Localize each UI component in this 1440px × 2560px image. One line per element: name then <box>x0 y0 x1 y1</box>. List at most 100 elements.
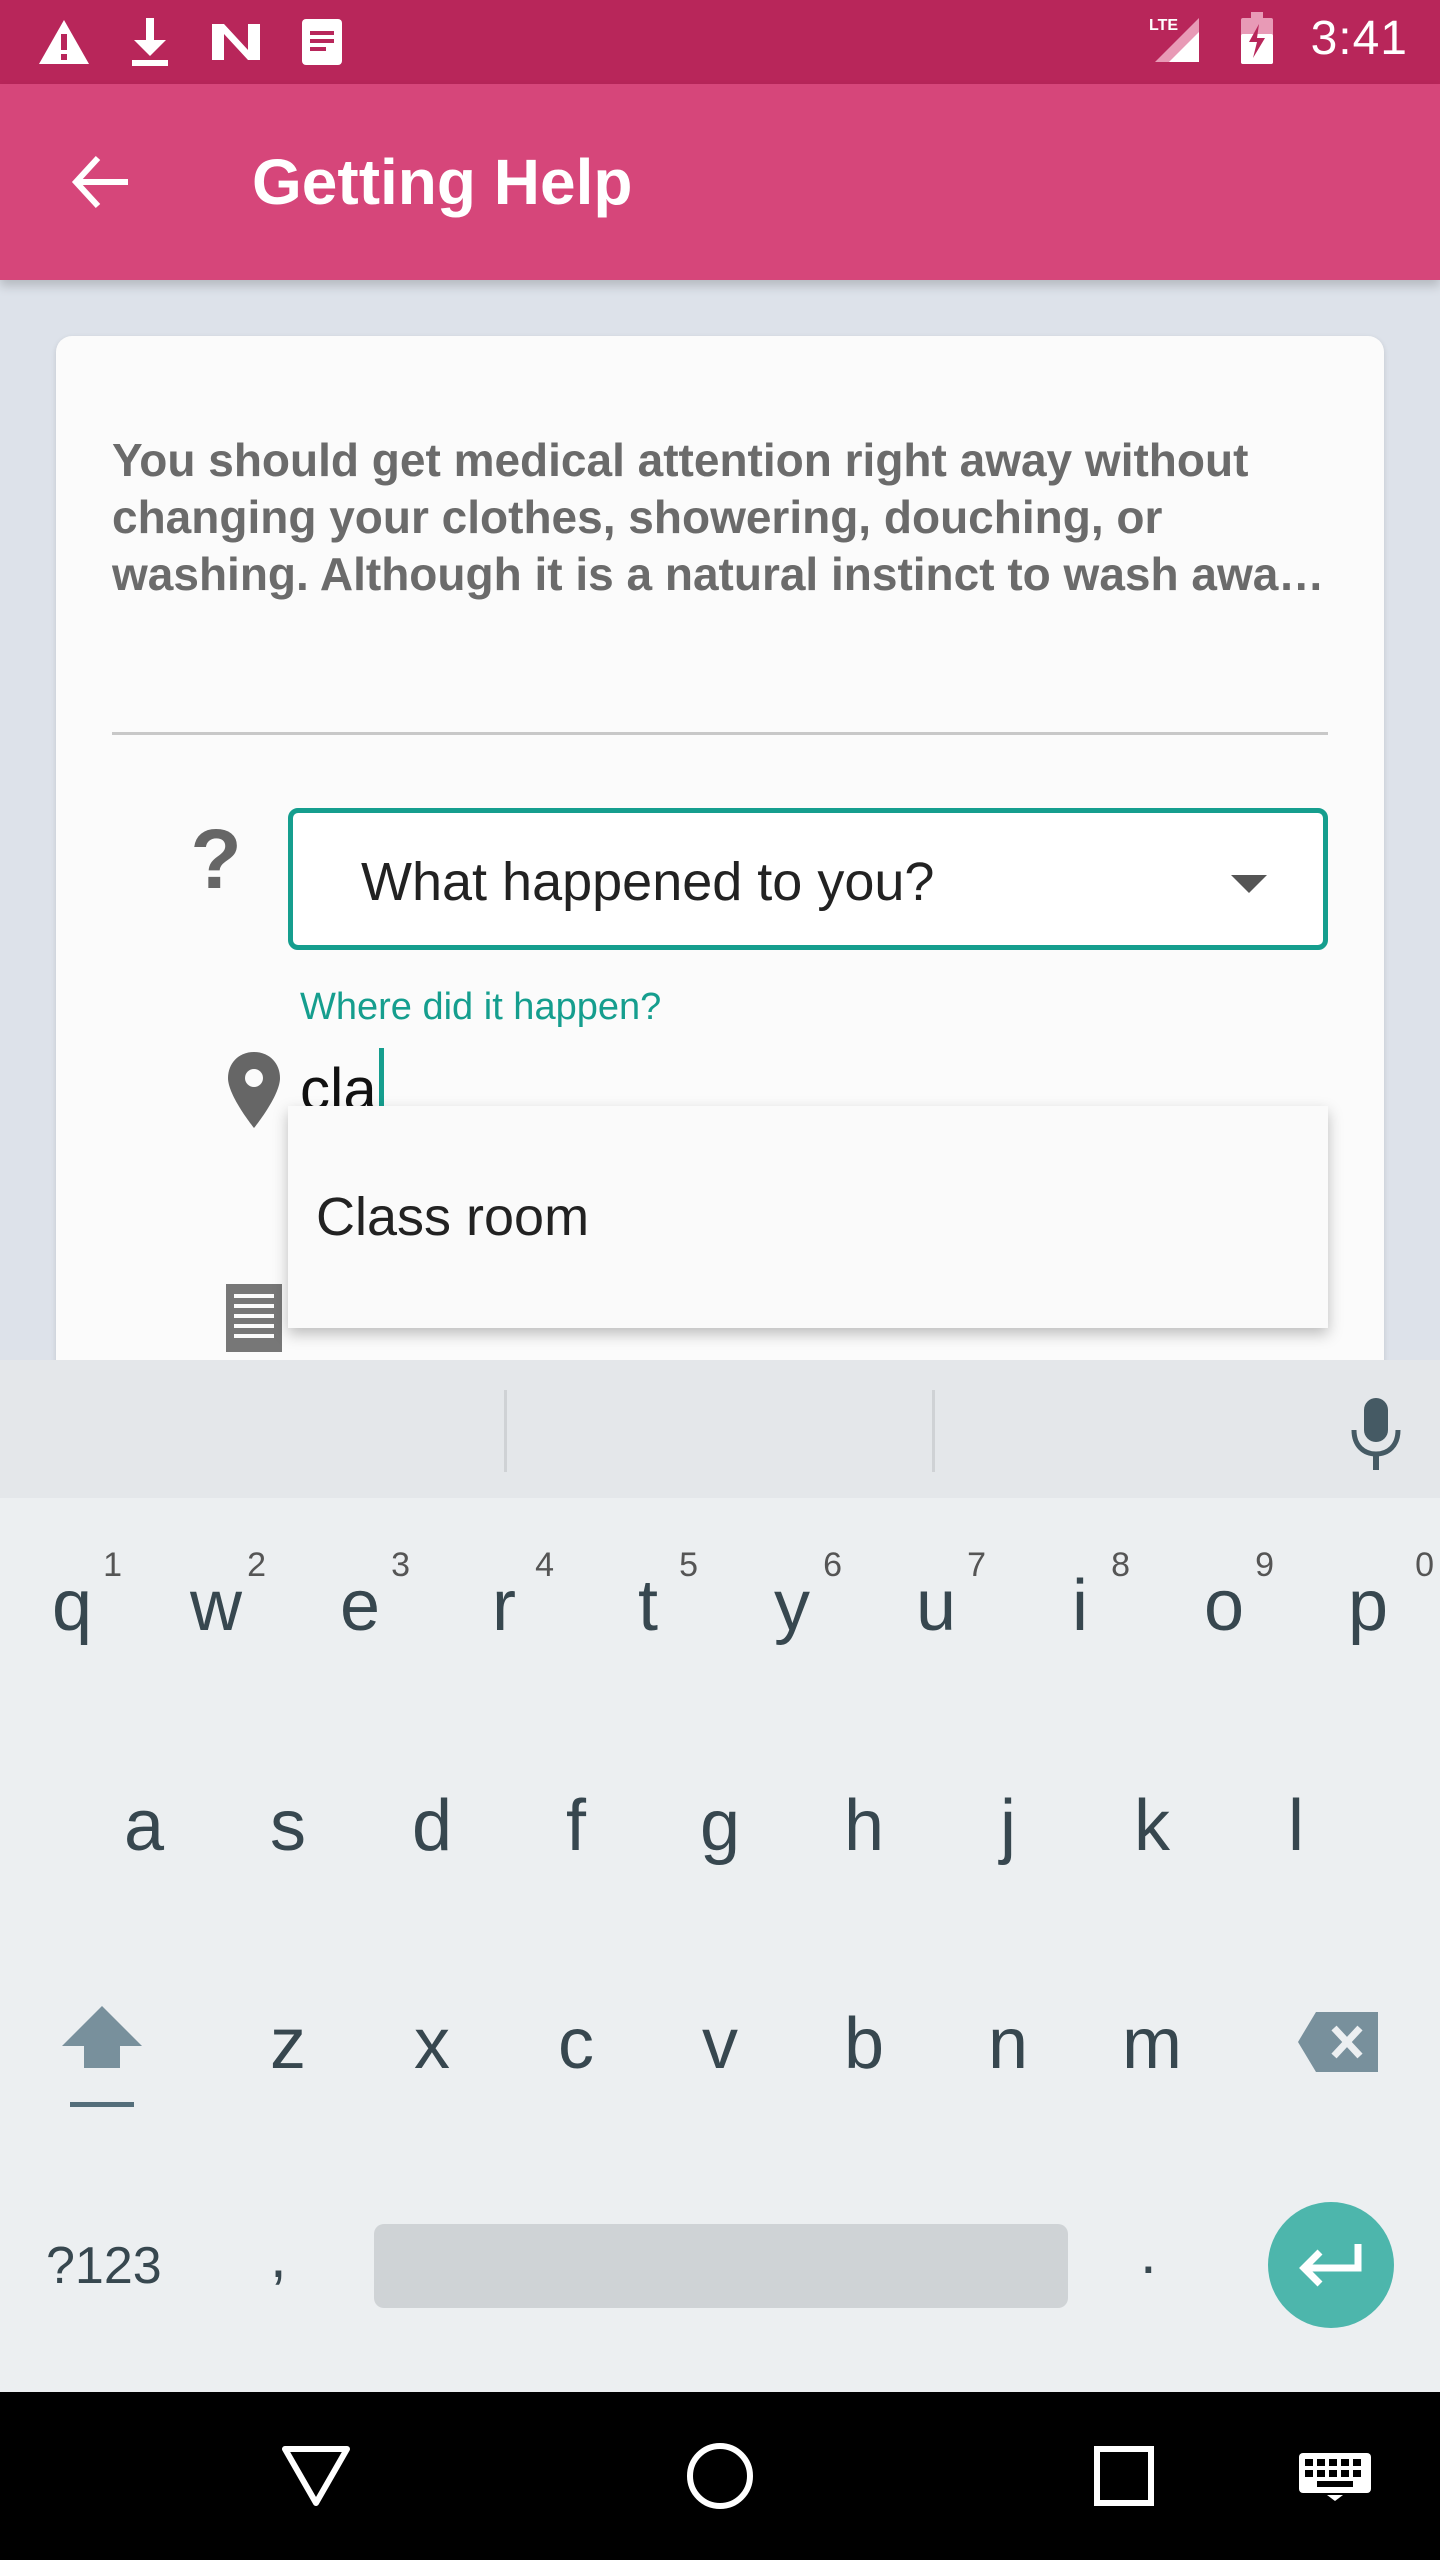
keyboard-switch-button[interactable] <box>1290 2432 1380 2520</box>
key-label: d <box>411 1786 453 1866</box>
n-logo-icon <box>208 14 264 70</box>
key-label: b <box>843 2004 885 2084</box>
key-b[interactable]: b <box>794 1948 934 2128</box>
key-o[interactable]: 9o <box>1154 1510 1294 1690</box>
key-label: g <box>699 1786 741 1866</box>
key-j[interactable]: j <box>938 1730 1078 1910</box>
key-label: w <box>190 1566 242 1646</box>
key-label: x <box>414 2004 450 2084</box>
key-i[interactable]: 8i <box>1010 1510 1150 1690</box>
key-label: l <box>1288 1786 1304 1866</box>
key-label: k <box>1134 1786 1170 1866</box>
key-m[interactable]: m <box>1082 1948 1222 2128</box>
key-label: e <box>339 1566 381 1646</box>
signal-icon: LTE <box>1147 10 1203 66</box>
key-u[interactable]: 7u <box>866 1510 1006 1690</box>
key-d[interactable]: d <box>362 1730 502 1910</box>
key-label: h <box>843 1786 885 1866</box>
shift-key[interactable] <box>54 2002 150 2112</box>
key-label: z <box>270 2004 306 2084</box>
key-label: r <box>492 1566 516 1646</box>
period-key[interactable]: . <box>1140 2218 1157 2287</box>
key-a[interactable]: a <box>74 1730 214 1910</box>
key-label: p <box>1347 1566 1389 1646</box>
recents-nav-button[interactable] <box>1080 2432 1168 2520</box>
warning-icon <box>36 14 92 70</box>
home-nav-button[interactable] <box>676 2432 764 2520</box>
key-label: n <box>987 2004 1029 2084</box>
key-label: m <box>1122 2004 1182 2084</box>
circle-home-icon <box>687 2443 753 2509</box>
enter-icon <box>1299 2244 1362 2287</box>
suggestion-item[interactable]: Class room <box>316 1186 589 1248</box>
key-y[interactable]: 6y <box>722 1510 862 1690</box>
key-g[interactable]: g <box>650 1730 790 1910</box>
back-button[interactable] <box>52 134 148 230</box>
backspace-icon <box>1298 2012 1378 2072</box>
key-label: f <box>565 1786 586 1866</box>
key-z[interactable]: z <box>218 1948 358 2128</box>
key-r[interactable]: 4r <box>434 1510 574 1690</box>
key-label: j <box>1000 1786 1016 1866</box>
key-l[interactable]: l <box>1226 1730 1366 1910</box>
key-t[interactable]: 5t <box>578 1510 718 1690</box>
advice-paragraph[interactable]: You should get medical attention right a… <box>112 432 1342 603</box>
suggestion-separator <box>504 1390 507 1472</box>
key-e[interactable]: 3e <box>290 1510 430 1690</box>
keyboard: 1q 2w 3e 4r 5t 6y 7u 8i 9o 0p a s d f g … <box>0 1360 1440 2392</box>
location-field-label: Where did it happen? <box>300 986 662 1028</box>
key-c[interactable]: c <box>506 1948 646 2128</box>
page-title: Getting Help <box>252 146 633 218</box>
key-x[interactable]: x <box>362 1948 502 2128</box>
arrow-back-icon <box>71 155 128 209</box>
key-n[interactable]: n <box>938 1948 1078 2128</box>
status-bar: LTE 3:41 <box>0 0 1440 84</box>
app-bar: Getting Help <box>0 84 1440 280</box>
suggestion-separator <box>932 1390 935 1472</box>
system-nav-bar <box>0 2392 1440 2560</box>
download-icon <box>122 14 178 70</box>
key-label: i <box>1072 1566 1088 1646</box>
key-f[interactable]: f <box>506 1730 646 1910</box>
key-p[interactable]: 0p <box>1298 1510 1438 1690</box>
key-k[interactable]: k <box>1082 1730 1222 1910</box>
network-type-label: LTE <box>1149 17 1178 34</box>
clock: 3:41 <box>1310 11 1408 65</box>
what-happened-dropdown[interactable]: What happened to you? <box>288 808 1328 950</box>
keyboard-suggestion-strip <box>0 1360 1440 1498</box>
key-label: y <box>774 1566 810 1646</box>
key-label: v <box>702 2004 738 2084</box>
key-h[interactable]: h <box>794 1730 934 1910</box>
key-label: u <box>915 1566 957 1646</box>
enter-key[interactable] <box>1268 2202 1394 2328</box>
key-label: c <box>558 2004 594 2084</box>
microphone-icon[interactable] <box>1348 1396 1404 1472</box>
key-label: a <box>123 1786 165 1866</box>
shift-icon <box>62 2006 142 2107</box>
dropdown-arrow-icon <box>1231 875 1267 893</box>
autocomplete-dropdown: Class room <box>288 1106 1328 1328</box>
key-label: o <box>1203 1566 1245 1646</box>
battery-icon <box>1229 10 1285 66</box>
key-label: q <box>51 1566 93 1646</box>
keyboard-icon <box>1299 2453 1371 2501</box>
back-nav-button[interactable] <box>272 2432 360 2520</box>
document-icon <box>294 14 350 70</box>
key-label: s <box>270 1786 306 1866</box>
key-label: t <box>637 1566 658 1646</box>
key-w[interactable]: 2w <box>146 1510 286 1690</box>
divider <box>112 732 1328 735</box>
backspace-key[interactable] <box>1296 2010 1380 2074</box>
comma-key[interactable]: , <box>270 2222 287 2291</box>
key-q[interactable]: 1q <box>2 1510 142 1690</box>
symbols-key[interactable]: ?123 <box>46 2236 162 2296</box>
space-bar[interactable] <box>374 2224 1068 2308</box>
location-pin-icon <box>224 1048 284 1132</box>
key-v[interactable]: v <box>650 1948 790 2128</box>
key-s[interactable]: s <box>218 1730 358 1910</box>
triangle-back-icon <box>282 2446 350 2506</box>
square-recents-icon <box>1094 2446 1154 2506</box>
question-icon: ? <box>190 812 242 906</box>
dropdown-selected-value: What happened to you? <box>361 852 935 912</box>
notes-icon <box>224 1282 284 1354</box>
